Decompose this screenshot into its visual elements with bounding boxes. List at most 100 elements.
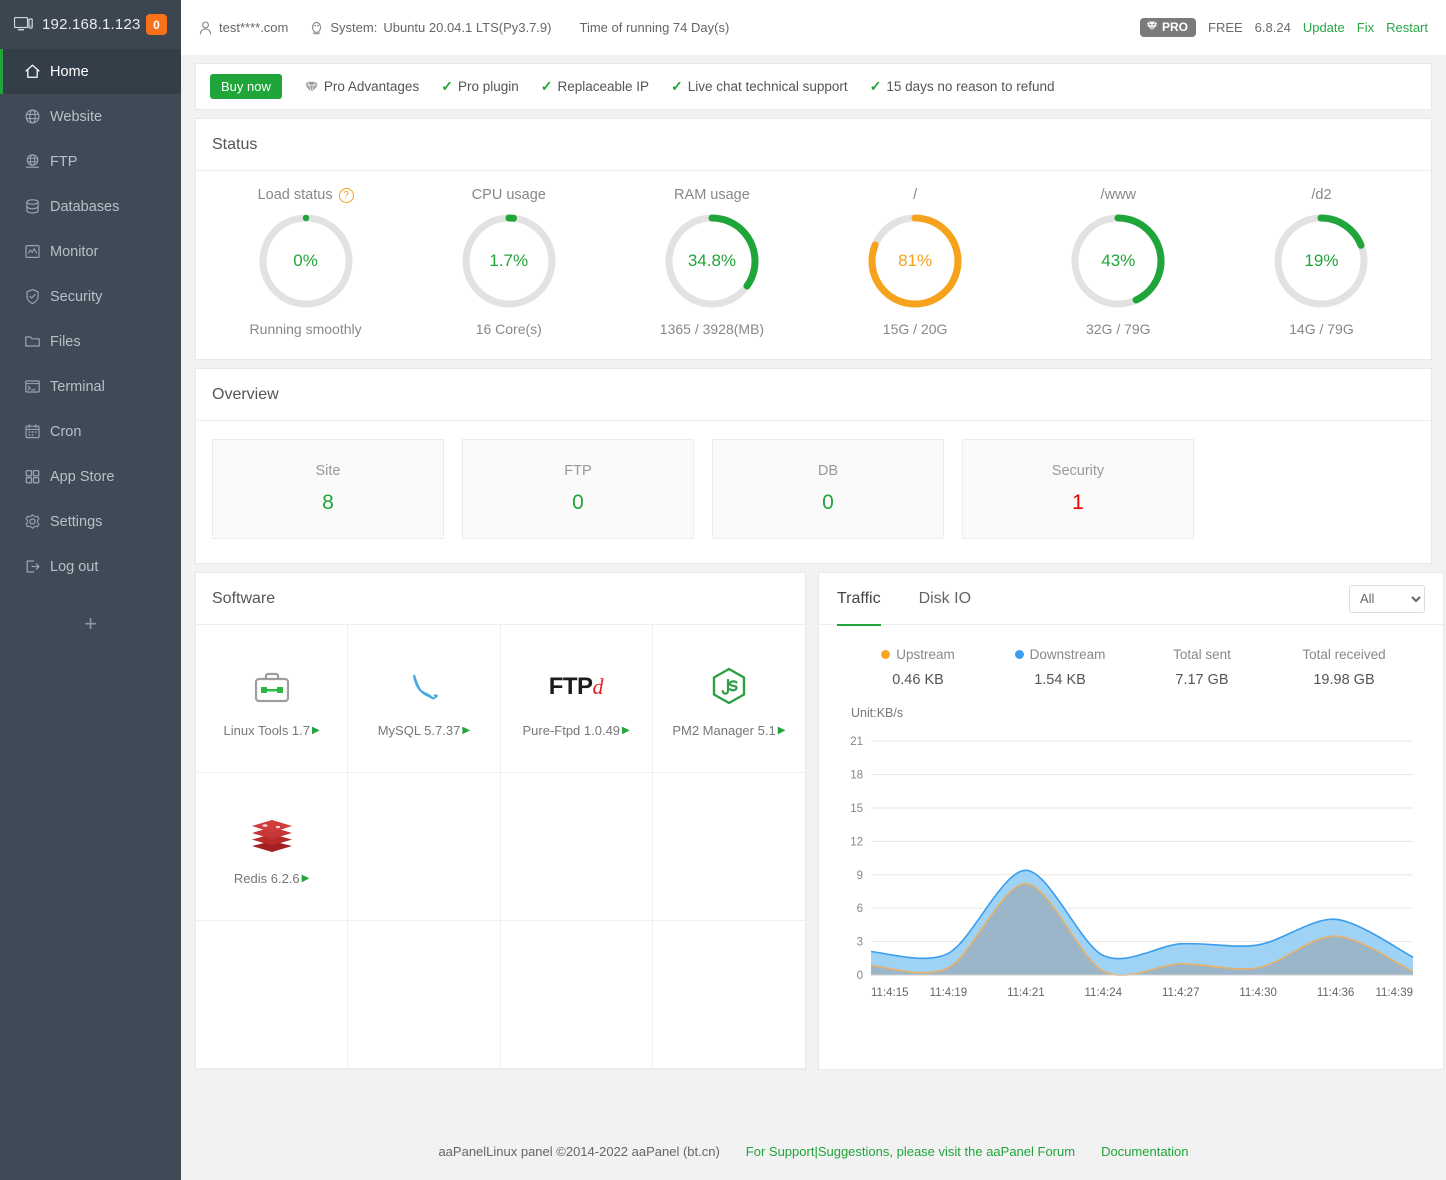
sidebar-item-terminal[interactable]: Terminal: [0, 364, 181, 409]
folder-icon: [24, 333, 50, 350]
overview-card-security[interactable]: Security1: [962, 439, 1194, 539]
sidebar-item-label: FTP: [50, 154, 77, 170]
footer-support-link[interactable]: For Support|Suggestions, please visit th…: [746, 1144, 1075, 1159]
tab-disk-io[interactable]: Disk IO: [919, 573, 971, 625]
overview-card-db[interactable]: DB0: [712, 439, 944, 539]
sidebar-item-home[interactable]: Home: [0, 49, 181, 94]
software-slot-empty: [348, 773, 500, 921]
gauge-title: Load status?: [258, 187, 354, 203]
sidebar-item-ftp[interactable]: FTP: [0, 139, 181, 184]
fix-link[interactable]: Fix: [1357, 20, 1374, 35]
svg-text:11:4:30: 11:4:30: [1239, 987, 1277, 999]
system-label: System:: [330, 20, 377, 35]
svg-text:18: 18: [850, 770, 863, 782]
software-item-label: Pure-Ftpd 1.0.49▶: [522, 723, 629, 738]
software-item-pure-ftpd[interactable]: FTPd Pure-Ftpd 1.0.49▶: [501, 625, 653, 773]
tab-traffic[interactable]: Traffic: [837, 573, 881, 625]
gauge-row: Load status?0%Running smoothlyCPU usage1…: [196, 171, 1431, 359]
software-item-redis[interactable]: Redis 6.2.6▶: [196, 773, 348, 921]
traffic-filter-select[interactable]: All: [1349, 585, 1425, 613]
sidebar-item-label: Terminal: [50, 379, 105, 395]
sidebar-item-label: Settings: [50, 514, 102, 530]
gauge-value: 1.7%: [459, 211, 559, 311]
traffic-stat-total-sent: Total sent 7.17 GB: [1131, 647, 1273, 688]
system-value: Ubuntu 20.04.1 LTS(Py3.7.9): [383, 20, 551, 35]
traffic-stat-label: Downstream: [1015, 647, 1106, 662]
play-icon: ▶: [312, 725, 320, 736]
sidebar-item-label: Security: [50, 289, 102, 305]
gauge-2: RAM usage34.8%1365 / 3928(MB): [610, 187, 813, 337]
play-icon: ▶: [462, 725, 470, 736]
sidebar-item-website[interactable]: Website: [0, 94, 181, 139]
help-icon[interactable]: ?: [339, 188, 354, 203]
promo-feature-label: Live chat technical support: [688, 79, 848, 94]
gauge-ring: 19%: [1271, 211, 1371, 311]
software-slot-empty: [196, 921, 348, 1069]
software-panel: Software Linux Tools 1.7▶ MySQL 5.7.37▶: [195, 572, 806, 1070]
add-server-button[interactable]: +: [0, 589, 181, 659]
sidebar-item-files[interactable]: Files: [0, 319, 181, 364]
sidebar-item-monitor[interactable]: Monitor: [0, 229, 181, 274]
svg-text:0: 0: [857, 970, 863, 982]
system-info: System: Ubuntu 20.04.1 LTS(Py3.7.9): [310, 20, 551, 35]
software-item-linux-tools[interactable]: Linux Tools 1.7▶: [196, 625, 348, 773]
traffic-stat-value: 7.17 GB: [1175, 672, 1228, 688]
svg-text:11:4:39: 11:4:39: [1375, 987, 1413, 999]
overview-card-site[interactable]: Site8: [212, 439, 444, 539]
sidebar-item-log-out[interactable]: Log out: [0, 544, 181, 589]
sidebar-menu: Home Website FTP Databases Monitor Secur…: [0, 49, 181, 589]
traffic-chart: 03691215182111:4:1511:4:1911:4:2111:4:24…: [819, 720, 1443, 1018]
gauge-value: 81%: [865, 211, 965, 311]
monitor-chart-icon: [24, 243, 50, 260]
svg-text:6: 6: [857, 903, 863, 915]
pro-advantages[interactable]: Pro Advantages: [304, 79, 419, 94]
overview-card-value: 0: [572, 491, 584, 515]
gauge-title: CPU usage: [472, 187, 546, 203]
svg-text:21: 21: [850, 736, 863, 748]
sidebar-item-app-store[interactable]: App Store: [0, 454, 181, 499]
sidebar-item-cron[interactable]: Cron: [0, 409, 181, 454]
restart-link[interactable]: Restart: [1386, 20, 1428, 35]
overview-card-ftp[interactable]: FTP0: [462, 439, 694, 539]
svg-text:11:4:27: 11:4:27: [1162, 987, 1200, 999]
mysql-dolphin-icon: [401, 659, 447, 715]
overview-cards: Site8FTP0DB0Security1: [196, 421, 1431, 563]
grid-icon: [24, 468, 50, 485]
sidebar-item-label: Home: [50, 64, 89, 80]
svg-text:11:4:15: 11:4:15: [871, 987, 909, 999]
check-icon: ✓: [870, 78, 882, 95]
footer-documentation-link[interactable]: Documentation: [1101, 1144, 1188, 1159]
sidebar-item-label: App Store: [50, 469, 115, 485]
software-item-mysql[interactable]: MySQL 5.7.37▶: [348, 625, 500, 773]
software-item-pm2-manager[interactable]: PM2 Manager 5.1▶: [653, 625, 805, 773]
sidebar-header: 192.168.1.123 0: [0, 0, 181, 49]
check-icon: ✓: [671, 78, 683, 95]
traffic-stat-downstream: Downstream 1.54 KB: [989, 647, 1131, 688]
gauge-value: 43%: [1068, 211, 1168, 311]
traffic-stats: Upstream 0.46 KB Downstream 1.54 KB Tota…: [819, 625, 1443, 698]
gauge-3: /81%15G / 20G: [814, 187, 1017, 337]
sidebar-item-settings[interactable]: Settings: [0, 499, 181, 544]
update-link[interactable]: Update: [1303, 20, 1345, 35]
sidebar-item-databases[interactable]: Databases: [0, 184, 181, 229]
footer: aaPanelLinux panel ©2014-2022 aaPanel (b…: [181, 1122, 1446, 1180]
pro-badge-label: PRO: [1162, 20, 1188, 34]
pro-badge[interactable]: PRO: [1140, 18, 1196, 37]
software-item-label: Linux Tools 1.7▶: [224, 723, 320, 738]
version-label: 6.8.24: [1255, 20, 1291, 35]
redis-icon: [249, 807, 295, 863]
gauge-4: /www43%32G / 79G: [1017, 187, 1220, 337]
gauge-subtitle: 16 Core(s): [476, 321, 542, 337]
footer-copyright: aaPanelLinux panel ©2014-2022 aaPanel (b…: [438, 1144, 719, 1159]
logout-icon: [24, 558, 50, 575]
svg-text:15: 15: [850, 803, 863, 815]
uptime-info: Time of running 74 Day(s): [579, 20, 729, 35]
gear-icon: [24, 513, 50, 530]
sidebar-item-security[interactable]: Security: [0, 274, 181, 319]
svg-text:9: 9: [857, 870, 863, 882]
notification-badge[interactable]: 0: [146, 14, 167, 35]
traffic-stat-value: 1.54 KB: [1034, 672, 1086, 688]
buy-now-button[interactable]: Buy now: [210, 74, 282, 99]
traffic-stat-label: Upstream: [881, 647, 955, 662]
software-panel-title: Software: [196, 573, 805, 625]
